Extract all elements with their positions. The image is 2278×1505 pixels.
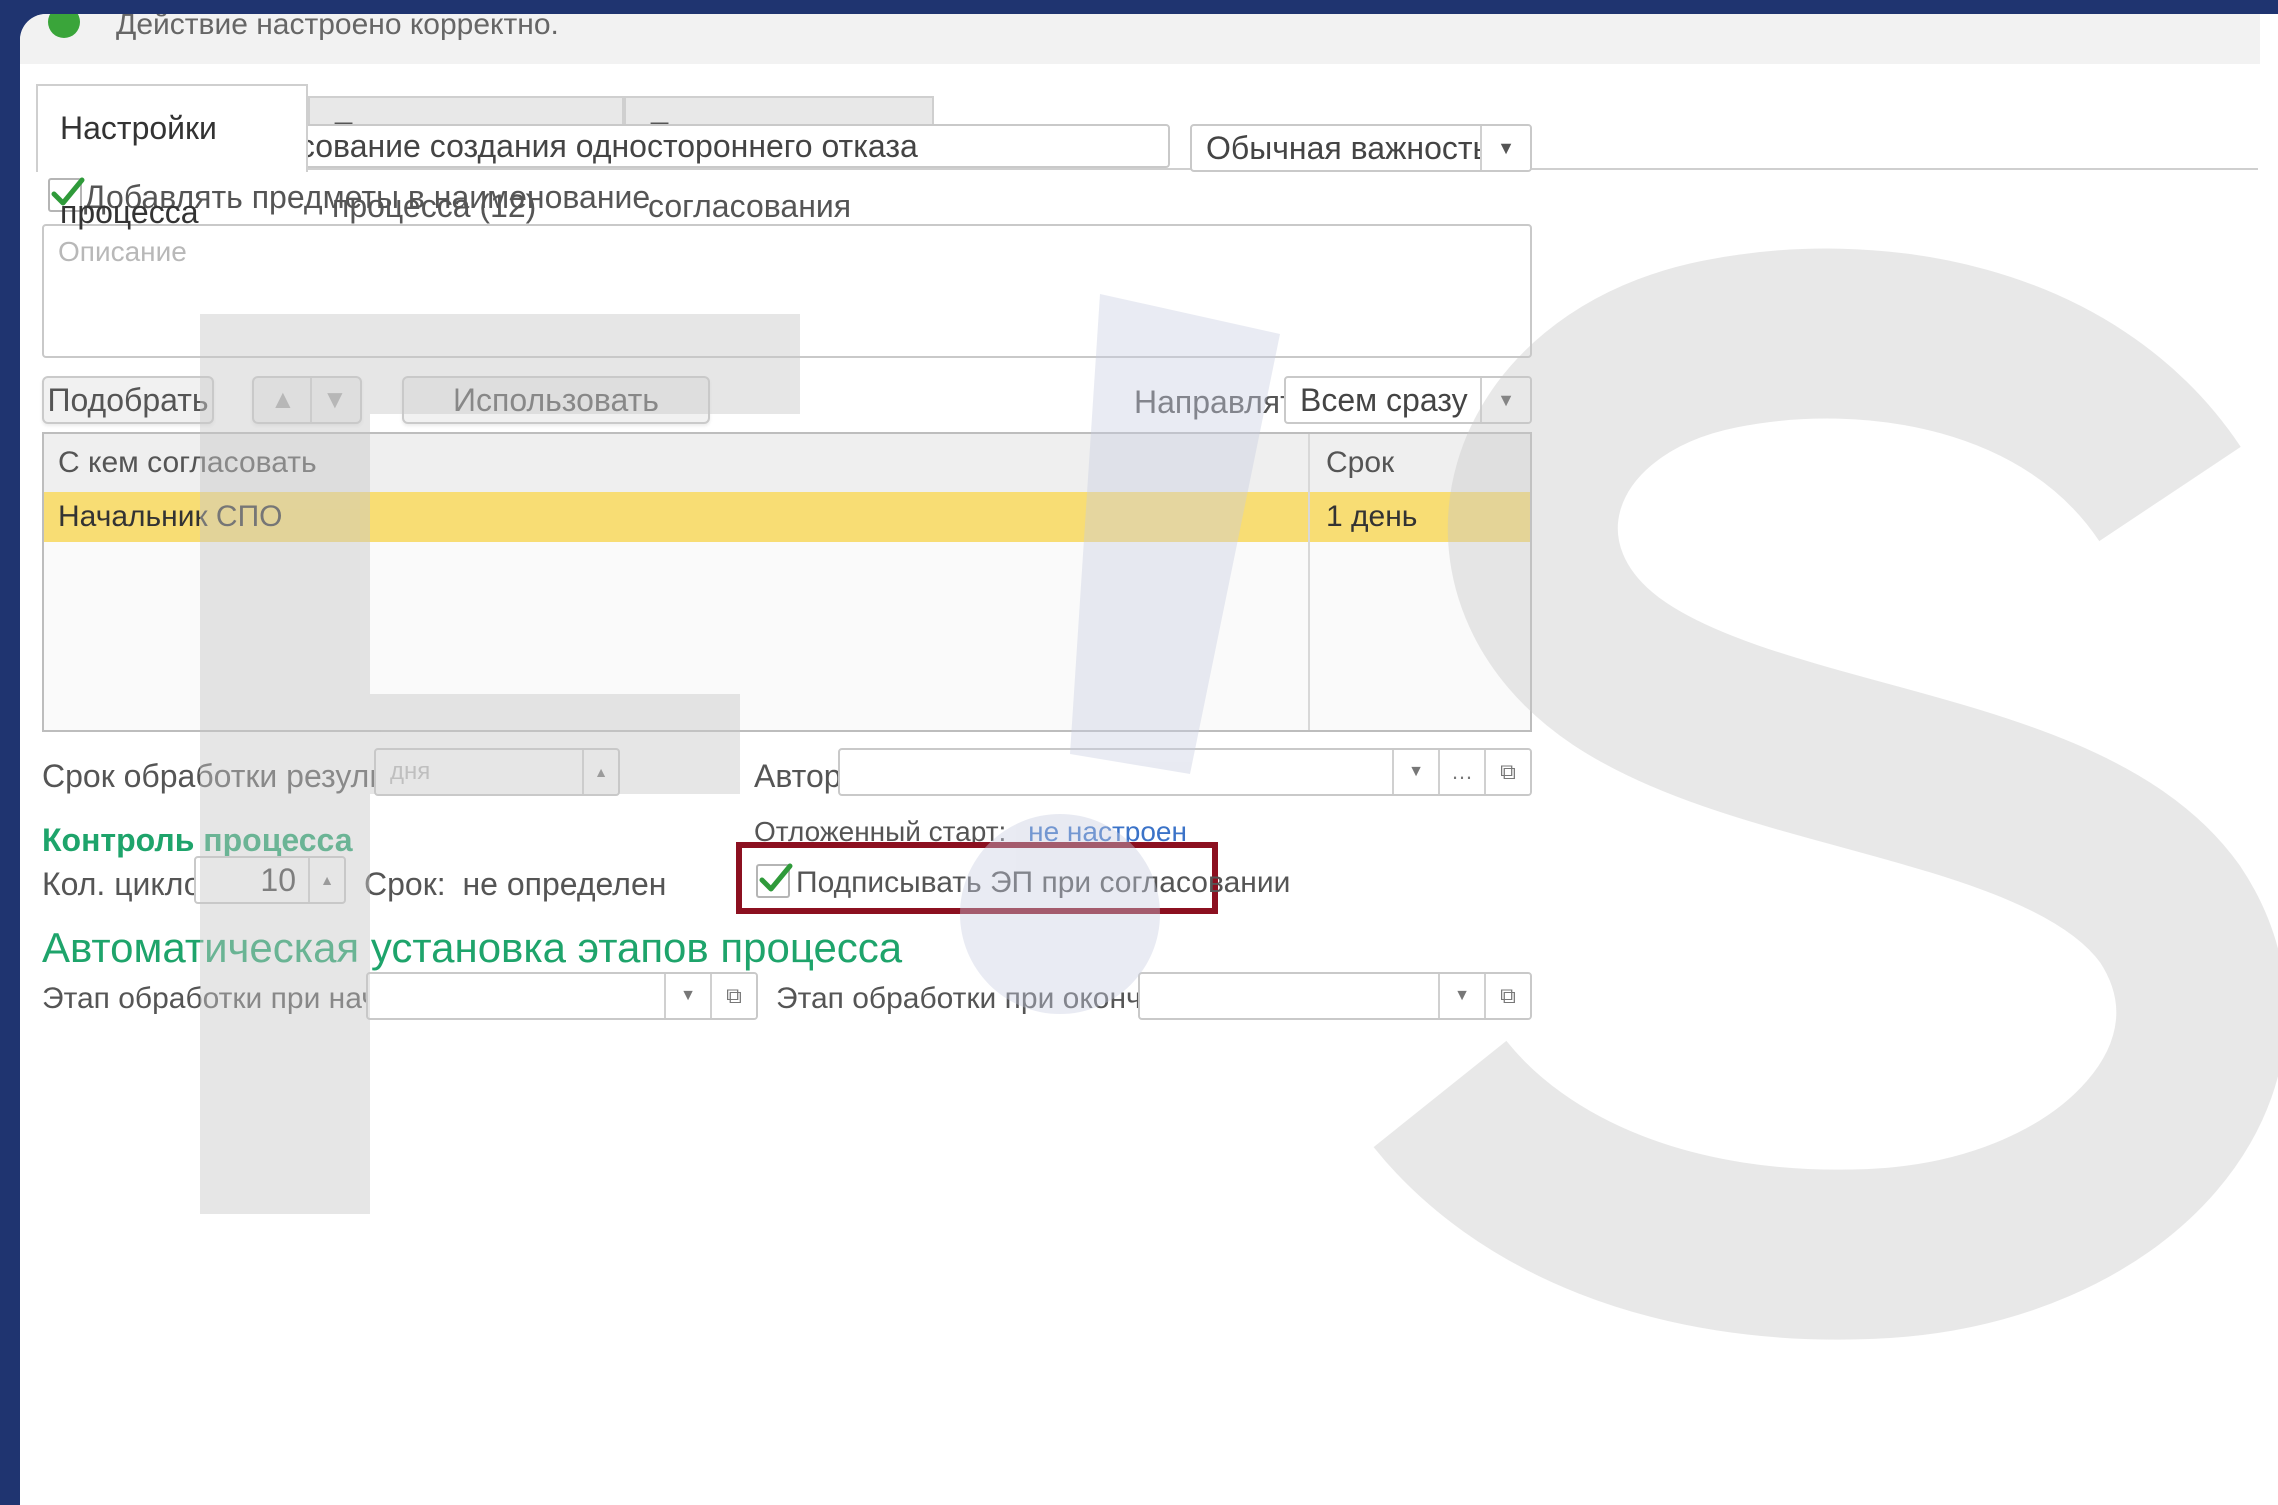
button-divider (310, 378, 312, 422)
status-text: Действие настроено корректно. (116, 14, 559, 41)
description-textarea[interactable]: Описание (42, 224, 1532, 358)
column-header-term[interactable]: Срок (1326, 446, 1394, 480)
author-input[interactable]: ▼ … ⧉ (838, 748, 1532, 796)
control-heading: Контроль процесса (42, 822, 353, 858)
auto-stages-heading: Автоматическая установка этапов процесса (42, 924, 903, 971)
processing-term-placeholder: дня (390, 758, 431, 785)
importance-value: Обычная важность (1206, 130, 1490, 166)
cell-who: Начальник СПО (58, 500, 283, 533)
column-header-who[interactable]: С кем согласовать (58, 446, 317, 480)
chevron-down-icon[interactable]: ▼ (1480, 126, 1530, 170)
status-ok-icon (48, 14, 80, 38)
column-divider (1308, 434, 1310, 730)
cycles-value: 10 (260, 862, 296, 898)
term-value: не определен (462, 866, 667, 902)
ellipsis-icon[interactable]: … (1438, 750, 1484, 794)
direct-value: Всем сразу (1300, 382, 1468, 418)
end-stage-input[interactable]: ▼ ⧉ (1138, 972, 1532, 1020)
checkmark-icon (759, 863, 793, 892)
open-icon[interactable]: ⧉ (1484, 974, 1530, 1018)
sign-label: Подписывать ЭП при согласовании (796, 866, 1291, 899)
sign-checkbox[interactable] (756, 863, 793, 898)
status-bar: Действие настроено корректно. (20, 14, 2260, 64)
term-label: Срок: (364, 866, 446, 902)
form-panel: Действие настроено корректно. Настройки … (20, 14, 2278, 1505)
tab-process-settings[interactable]: Настройки процесса (36, 84, 308, 230)
arrow-down-icon[interactable]: ▼ (322, 384, 348, 415)
chevron-down-icon[interactable]: ▼ (664, 974, 710, 1018)
approvers-table: С кем согласовать Срок Начальник СПО 1 д… (42, 432, 1532, 732)
tab-divider (36, 168, 2258, 170)
pick-button[interactable]: Подобрать (42, 376, 214, 424)
move-buttons-group: ▲ ▼ (252, 376, 362, 424)
stepper-icon[interactable]: ▲▼ (582, 750, 618, 794)
chevron-down-icon[interactable]: ▼ (1480, 378, 1530, 422)
author-label: Автор: (754, 758, 851, 794)
processing-term-input[interactable]: дня ▲▼ (374, 748, 620, 796)
term: Срок: не определен (364, 866, 666, 903)
chevron-down-icon[interactable]: ▼ (1438, 974, 1484, 1018)
open-icon[interactable]: ⧉ (1484, 750, 1530, 794)
direct-select[interactable]: Всем сразу ▼ (1284, 376, 1532, 424)
chevron-down-icon[interactable]: ▼ (1392, 750, 1438, 794)
arrow-up-icon[interactable]: ▲ (270, 384, 296, 415)
use-conditions-button[interactable]: Использовать условия (402, 376, 710, 462)
cell-term: 1 день (1326, 500, 1418, 533)
open-icon[interactable]: ⧉ (710, 974, 756, 1018)
start-stage-input[interactable]: ▼ ⧉ (366, 972, 758, 1020)
cycles-input[interactable]: 10 ▲▼ (194, 856, 346, 904)
importance-select[interactable]: Обычная важность ▼ (1190, 124, 1532, 172)
stepper-icon[interactable]: ▲▼ (308, 858, 344, 902)
